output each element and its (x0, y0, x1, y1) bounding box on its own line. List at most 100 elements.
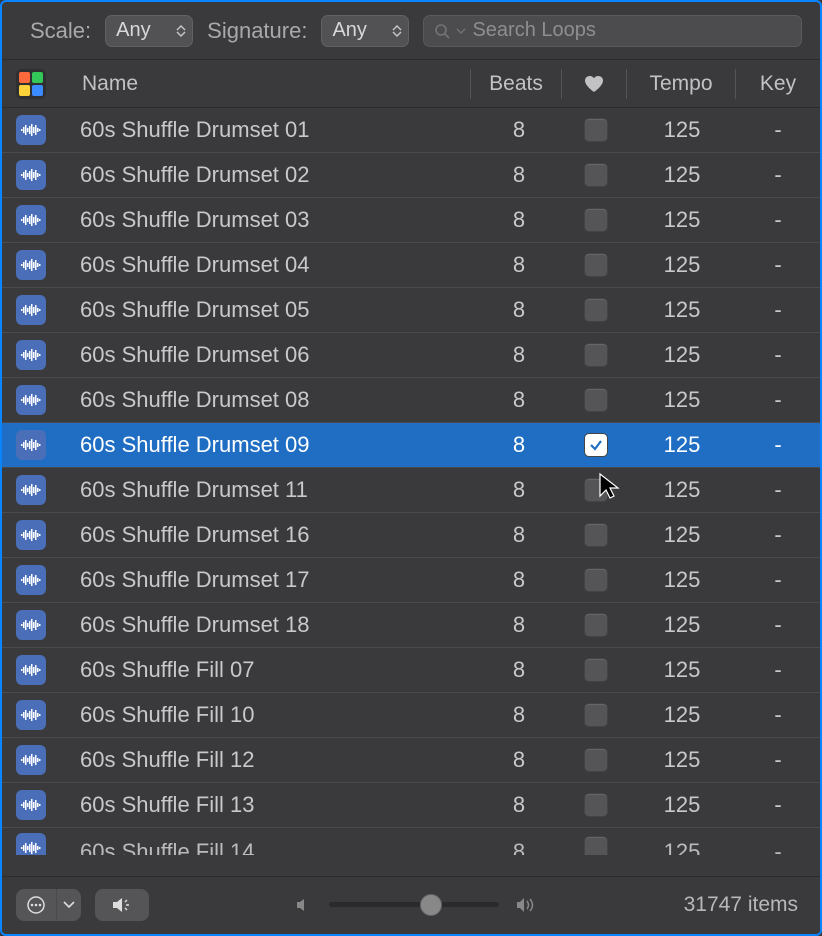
loop-tempo: 125 (628, 297, 736, 323)
table-row[interactable]: 60s Shuffle Drumset 058125- (2, 288, 820, 333)
favorite-checkbox[interactable] (584, 568, 608, 592)
loop-beats: 8 (474, 252, 564, 278)
loop-name: 60s Shuffle Drumset 01 (80, 117, 474, 143)
audio-loop-icon (16, 790, 46, 820)
column-header-tempo[interactable]: Tempo (627, 72, 735, 96)
column-header-favorite[interactable] (562, 74, 626, 94)
loop-name: 60s Shuffle Fill 13 (80, 792, 474, 818)
loop-beats: 8 (474, 477, 564, 503)
ellipsis-icon (26, 895, 46, 915)
table-row[interactable]: 60s Shuffle Drumset 088125- (2, 378, 820, 423)
favorite-cell (564, 703, 628, 727)
favorite-checkbox[interactable] (584, 523, 608, 547)
loop-beats: 8 (474, 342, 564, 368)
favorite-checkbox[interactable] (584, 208, 608, 232)
table-row[interactable]: 60s Shuffle Fill 138125- (2, 783, 820, 828)
favorite-checkbox[interactable] (584, 388, 608, 412)
loop-beats: 8 (474, 162, 564, 188)
loop-key: - (736, 162, 820, 188)
loop-tempo: 125 (628, 207, 736, 233)
favorite-checkbox[interactable] (584, 478, 608, 502)
volume-thumb[interactable] (420, 894, 442, 916)
loop-tempo: 125 (628, 792, 736, 818)
audio-loop-icon (16, 385, 46, 415)
favorite-checkbox[interactable] (584, 658, 608, 682)
table-row[interactable]: 60s Shuffle Drumset 168125- (2, 513, 820, 558)
table-row[interactable]: 60s Shuffle Drumset 038125- (2, 198, 820, 243)
search-input[interactable]: Search Loops (423, 15, 802, 47)
table-row[interactable]: 60s Shuffle Drumset 118125- (2, 468, 820, 513)
table-row[interactable]: 60s Shuffle Drumset 018125- (2, 108, 820, 153)
more-options-button[interactable] (16, 889, 56, 921)
loop-key: - (736, 612, 820, 638)
table-row[interactable]: 60s Shuffle Drumset 068 125- (2, 333, 820, 378)
favorite-checkbox[interactable] (584, 343, 608, 367)
speaker-icon (111, 896, 133, 914)
loop-tempo: 125 (628, 342, 736, 368)
favorite-cell (564, 208, 628, 232)
loop-beats: 8 (474, 387, 564, 413)
loop-name: 60s Shuffle Fill 10 (80, 702, 474, 728)
loop-name: 60s Shuffle Drumset 02 (80, 162, 474, 188)
search-icon (434, 23, 450, 39)
signature-dropdown[interactable]: Any (321, 15, 409, 47)
column-header-name[interactable]: Name (60, 72, 470, 96)
favorite-cell (564, 748, 628, 772)
loop-tempo: 125 (628, 162, 736, 188)
loop-key: - (736, 342, 820, 368)
audio-loop-icon (16, 520, 46, 550)
favorite-checkbox[interactable] (584, 748, 608, 772)
scale-dropdown[interactable]: Any (105, 15, 193, 47)
loop-beats: 8 (474, 207, 564, 233)
loop-beats: 8 (474, 567, 564, 593)
favorite-checkbox[interactable] (584, 253, 608, 277)
table-row[interactable]: 60s Shuffle Fill 148125- (2, 828, 820, 855)
loop-tempo: 125 (628, 612, 736, 638)
table-row[interactable]: 60s Shuffle Drumset 188125- (2, 603, 820, 648)
column-header-key[interactable]: Key (736, 72, 820, 96)
chevron-updown-icon (392, 25, 402, 37)
column-header-beats[interactable]: Beats (471, 72, 561, 96)
favorite-checkbox[interactable] (584, 118, 608, 142)
loop-beats: 8 (474, 432, 564, 458)
favorite-cell (564, 388, 628, 412)
favorite-checkbox[interactable] (584, 836, 608, 856)
view-toggle-button[interactable] (16, 69, 46, 99)
favorite-checkbox[interactable] (584, 793, 608, 817)
favorite-cell (564, 118, 628, 142)
loop-name: 60s Shuffle Drumset 18 (80, 612, 474, 638)
favorite-checkbox[interactable] (584, 613, 608, 637)
loop-list[interactable]: 60s Shuffle Drumset 018125-60s Shuffle D… (2, 108, 820, 876)
favorite-cell (564, 658, 628, 682)
table-row[interactable]: 60s Shuffle Drumset 048125- (2, 243, 820, 288)
favorite-checkbox[interactable] (584, 703, 608, 727)
loop-name: 60s Shuffle Fill 07 (80, 657, 474, 683)
search-placeholder: Search Loops (472, 19, 595, 42)
favorite-cell (564, 253, 628, 277)
favorite-cell (564, 433, 628, 457)
more-options-chevron[interactable] (56, 889, 81, 921)
loop-key: - (736, 252, 820, 278)
table-row[interactable]: 60s Shuffle Fill 078125- (2, 648, 820, 693)
table-row[interactable]: 60s Shuffle Fill 108125- (2, 693, 820, 738)
loop-beats: 8 (474, 297, 564, 323)
bottom-bar: 31747 items (2, 876, 820, 932)
loop-beats: 8 (474, 839, 564, 856)
table-row[interactable]: 60s Shuffle Drumset 098125- (2, 423, 820, 468)
favorite-cell (564, 793, 628, 817)
signature-value: Any (332, 19, 366, 42)
preview-button[interactable] (95, 889, 149, 921)
table-row[interactable]: 60s Shuffle Drumset 178125- (2, 558, 820, 603)
favorite-checkbox[interactable] (584, 163, 608, 187)
table-row[interactable]: 60s Shuffle Drumset 028 125- (2, 153, 820, 198)
favorite-checkbox[interactable] (584, 433, 608, 457)
loop-name: 60s Shuffle Drumset 06 (80, 342, 474, 368)
favorite-checkbox[interactable] (584, 298, 608, 322)
table-row[interactable]: 60s Shuffle Fill 128125- (2, 738, 820, 783)
volume-slider[interactable] (329, 902, 499, 907)
loop-tempo: 125 (628, 387, 736, 413)
audio-loop-icon (16, 160, 46, 190)
volume-high-icon (515, 896, 537, 914)
audio-loop-icon (16, 340, 46, 370)
loop-beats: 8 (474, 747, 564, 773)
